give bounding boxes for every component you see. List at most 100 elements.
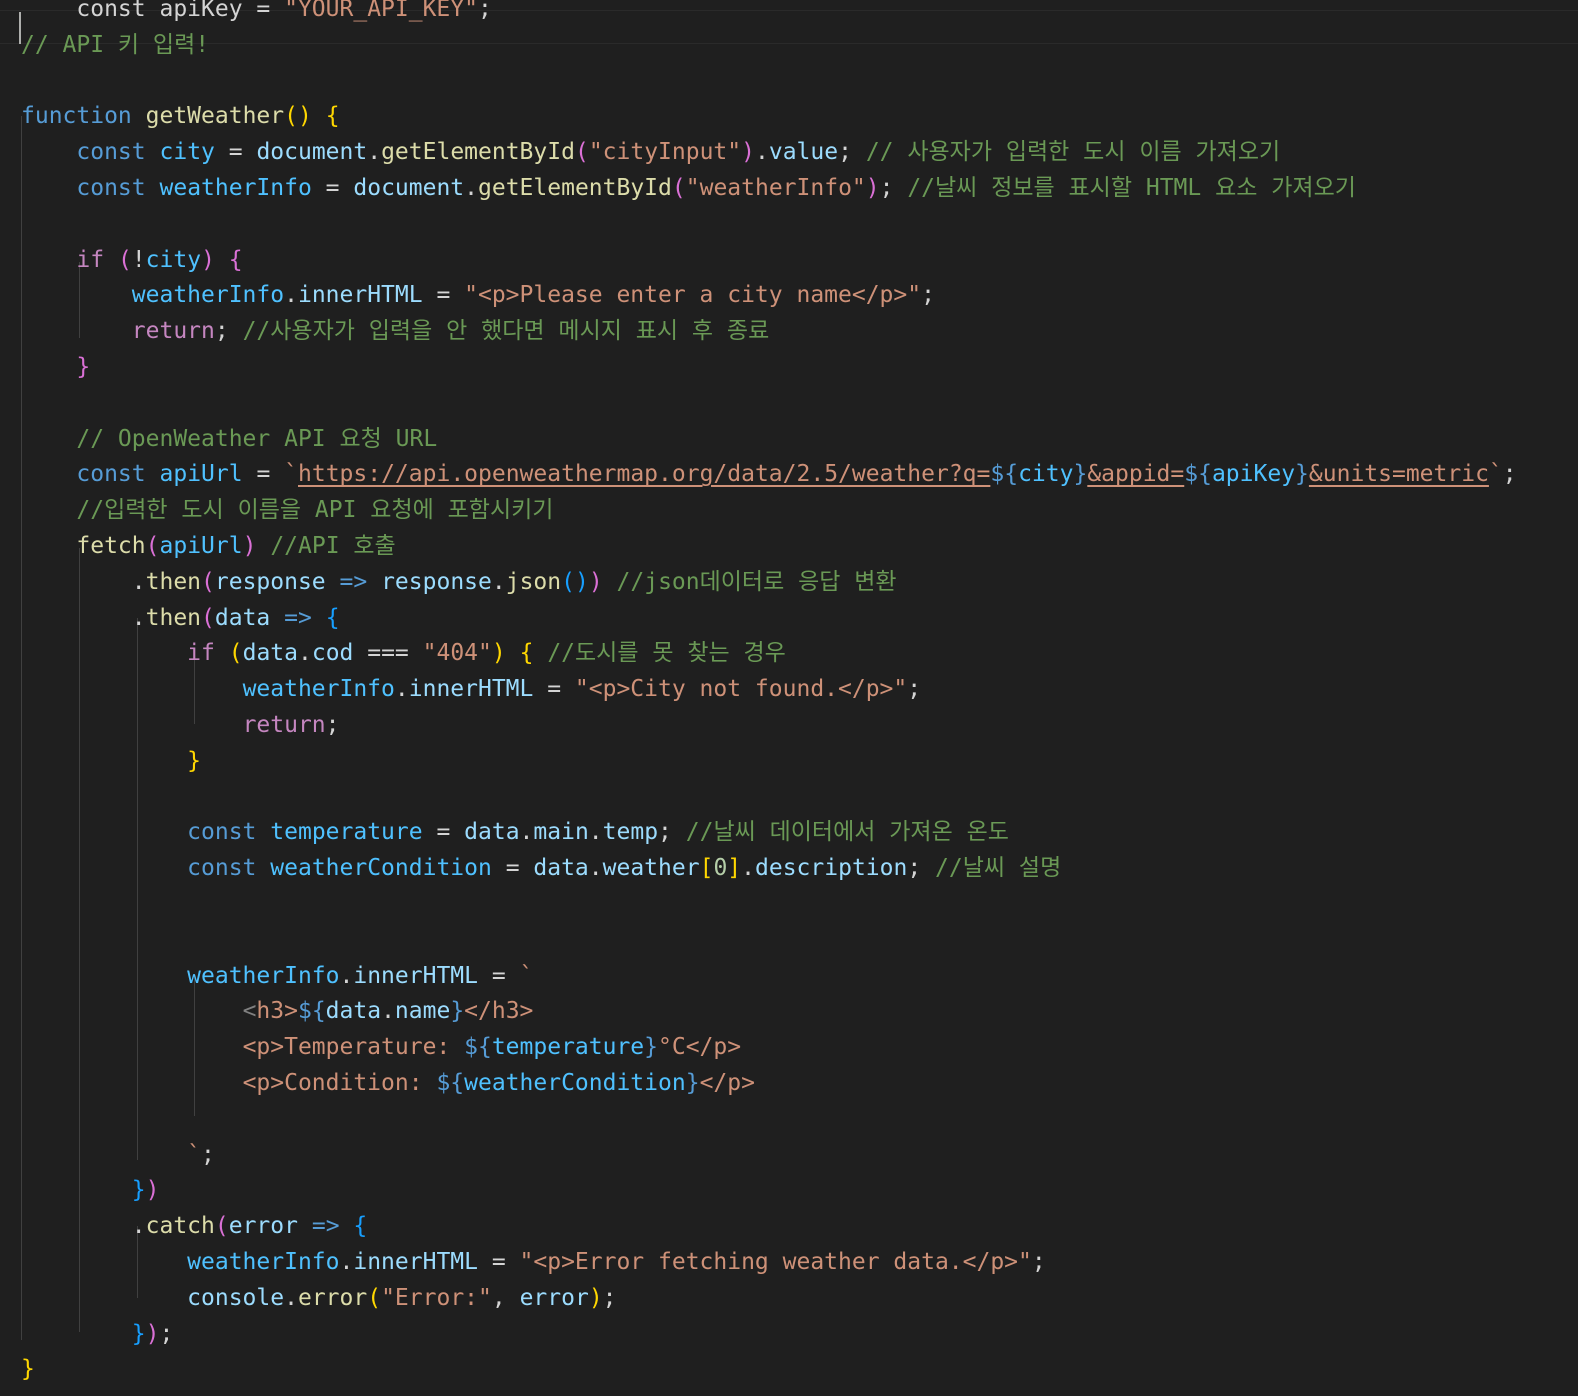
code-token: ( <box>214 1213 229 1240</box>
code-line[interactable]: // API 키 입력! <box>21 27 209 63</box>
code-line[interactable]: }) <box>21 1172 160 1208</box>
code-line[interactable]: weatherInfo.innerHTML = "<p>Error fetchi… <box>21 1244 1046 1280</box>
code-line[interactable]: // OpenWeather API 요청 URL <box>21 421 437 457</box>
code-line[interactable]: .catch(error => { <box>21 1208 368 1244</box>
code-token: } <box>1295 461 1309 488</box>
code-token: ) <box>201 246 215 273</box>
code-token: ) <box>865 175 880 201</box>
code-token: ; <box>325 712 340 738</box>
code-token: innerHTML <box>353 1249 478 1275</box>
code-line[interactable]: }); <box>21 1316 174 1352</box>
code-token: = <box>242 461 285 488</box>
code-token: = <box>477 1249 520 1275</box>
code-line[interactable]: } <box>21 349 90 385</box>
code-line[interactable]: `; <box>21 1137 215 1173</box>
code-line[interactable]: const city = document.getElementById("ci… <box>21 134 1280 170</box>
code-line[interactable]: weatherInfo.innerHTML = "<p>City not fou… <box>21 671 922 707</box>
code-token: <p>Temperature: <box>242 1034 465 1061</box>
code-token: weatherCondition <box>464 1070 686 1096</box>
code-token: . <box>284 282 298 309</box>
code-token: weatherInfo <box>131 282 285 309</box>
code-line[interactable]: } <box>21 1351 35 1387</box>
code-line[interactable]: console.error("Error:", error); <box>21 1280 617 1316</box>
code-token: &units=metric <box>1308 461 1489 488</box>
code-token: ; <box>159 1320 174 1347</box>
code-line[interactable]: .then(data => { <box>21 600 340 636</box>
code-token: ` <box>284 461 298 488</box>
code-token: //도시를 못 찾는 경우 <box>547 640 786 667</box>
code-token: ; <box>658 819 686 846</box>
code-token: error <box>228 1213 298 1240</box>
code-token: ` <box>519 962 534 989</box>
code-line[interactable]: const apiUrl = `https://api.openweatherm… <box>21 456 1516 492</box>
code-token: ( <box>201 568 215 595</box>
code-token: function <box>21 103 132 130</box>
code-token: ( <box>367 1284 382 1311</box>
code-line[interactable]: return; //사용자가 입력을 안 했다면 메시지 표시 후 종료 <box>21 313 769 349</box>
code-token: data <box>214 604 271 631</box>
code-token: . <box>588 855 603 882</box>
code-line[interactable]: if (!city) { <box>21 242 242 278</box>
code-line[interactable]: fetch(apiUrl) //API 호출 <box>21 528 395 564</box>
code-line[interactable]: <h3>${data.name}</h3> <box>21 993 534 1029</box>
code-token: °C</p> <box>658 1034 742 1061</box>
code-token: catch <box>145 1213 215 1240</box>
code-line[interactable]: weatherInfo.innerHTML = ` <box>21 958 533 994</box>
code-line[interactable]: <p>Temperature: ${temperature}°C</p> <box>21 1029 742 1065</box>
code-line[interactable]: const weatherCondition = data.weather[0]… <box>21 850 1061 886</box>
code-line[interactable]: .then(response => response.json()) //jso… <box>21 564 897 600</box>
code-token: } <box>1073 461 1088 488</box>
code-line[interactable]: //입력한 도시 이름을 API 요청에 포함시키기 <box>21 492 553 528</box>
code-editor[interactable]: const apiKey = "YOUR_API_KEY"; // API 키 입… <box>0 0 1578 1396</box>
code-line[interactable]: weatherInfo.innerHTML = "<p>Please enter… <box>21 277 935 313</box>
code-token: ( <box>671 175 686 201</box>
code-token: //json데이터로 응답 변환 <box>616 568 897 595</box>
code-token: weatherCondition <box>270 855 492 882</box>
code-token: , <box>491 1284 520 1311</box>
code-token: name <box>394 998 451 1025</box>
code-token: getElementById <box>381 139 575 166</box>
code-line[interactable]: const weatherInfo = document.getElementB… <box>21 170 1356 206</box>
code-token: ) <box>588 568 603 595</box>
code-line[interactable]: } <box>21 743 201 779</box>
code-token: console <box>187 1284 285 1311</box>
code-token: value <box>768 139 839 166</box>
code-token: === <box>353 640 423 667</box>
code-line[interactable]: <p>Condition: ${weatherCondition}</p> <box>21 1065 755 1101</box>
code-token: city <box>1018 461 1074 488</box>
code-token: { <box>325 103 340 130</box>
code-token: ; <box>602 1284 617 1311</box>
code-token: ; <box>201 1141 215 1168</box>
code-line[interactable]: return; <box>21 707 340 743</box>
code-token: } <box>21 1356 35 1383</box>
code-token: "404" <box>422 640 492 667</box>
code-token: weather <box>602 855 700 882</box>
code-token: ( <box>117 246 132 273</box>
code-token: <p>Condition: <box>242 1070 437 1096</box>
code-token: } <box>131 1177 146 1204</box>
code-token: ) <box>741 139 755 166</box>
code-line[interactable]: const apiKey = "YOUR_API_KEY"; <box>21 0 491 27</box>
code-token: ; <box>1031 1249 1046 1275</box>
code-line[interactable]: const temperature = data.main.temp; //날씨… <box>21 814 1009 850</box>
code-token: "<p>Please enter a city name</p>" <box>464 282 922 309</box>
code-token: temperature <box>270 819 423 846</box>
code-line[interactable]: function getWeather() { <box>21 98 340 134</box>
code-token: https://api.openweathermap.org/data/2.5/… <box>298 461 991 488</box>
code-line[interactable]: if (data.cod === "404") { //도시를 못 찾는 경우 <box>21 635 786 671</box>
code-token: const <box>187 819 257 846</box>
code-token: city <box>159 139 215 166</box>
